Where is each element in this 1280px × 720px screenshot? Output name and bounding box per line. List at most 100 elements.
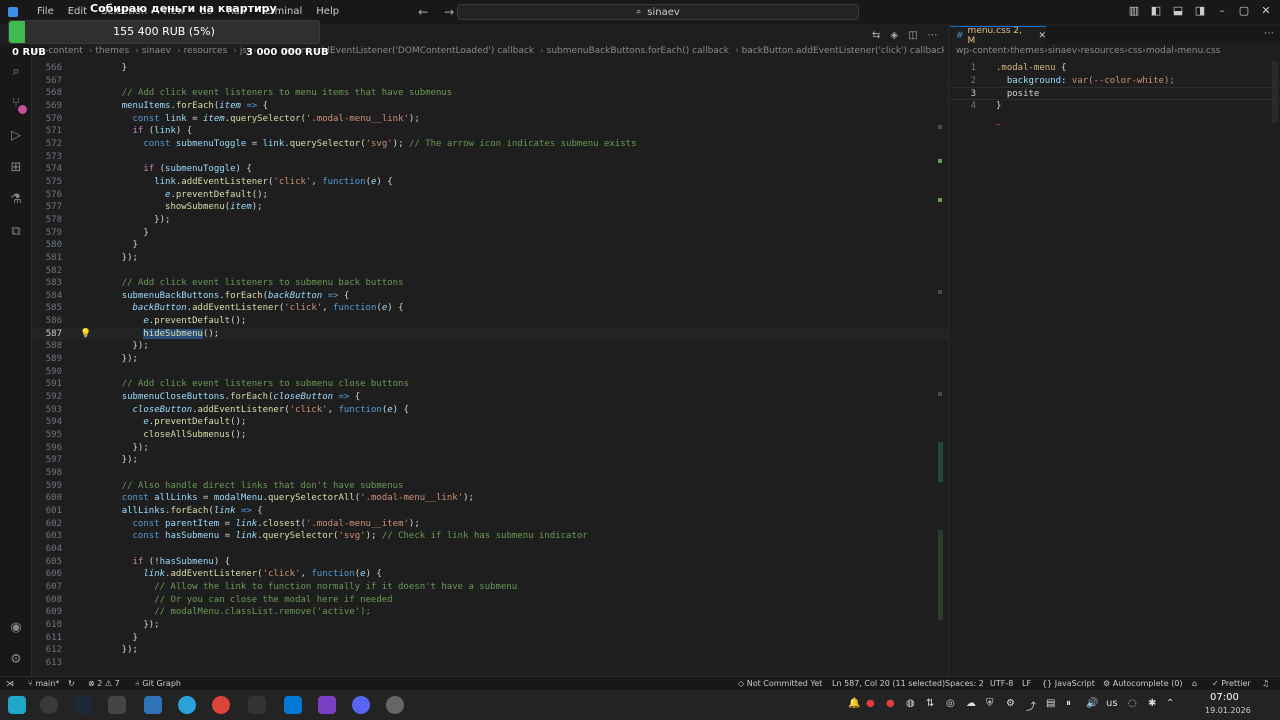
code-line[interactable]: 570 const link = item.querySelector('.mo… [32,113,948,126]
close-tab-icon[interactable]: ✕ [1038,31,1046,41]
clipboard-tray-icon[interactable]: ▤ [1046,698,1055,709]
maximize-icon[interactable]: ▢ [1238,4,1250,17]
code-line[interactable]: 589 }); [32,353,948,366]
layout-toggle-icon[interactable]: ▥ [1128,4,1140,17]
code-line[interactable]: 597 }); [32,454,948,467]
code-editor-right[interactable]: 1 .modal-menu {2 background: var(--color-… [950,62,1280,262]
code-line[interactable]: 3 posite [950,87,1280,100]
code-line[interactable]: 583 // Add click event listeners to subm… [32,277,948,290]
clock-time[interactable]: 07:00 [1210,692,1239,703]
volume-icon[interactable]: 🔊 [1086,698,1098,709]
code-line[interactable]: 573 [32,151,948,164]
code-line[interactable]: 586 e.preventDefault(); [32,315,948,328]
code-line[interactable]: 574 if (submenuToggle) { [32,163,948,176]
discord-icon[interactable] [352,696,370,714]
telegram-icon[interactable] [178,696,196,714]
code-line[interactable]: 605 if (!hasSubmenu) { [32,556,948,569]
code-line[interactable]: 591 // Add click event listeners to subm… [32,378,948,391]
code-line[interactable]: 604 [32,543,948,556]
code-line[interactable]: 596 }); [32,442,948,455]
console-icon[interactable] [248,696,266,714]
network-tray-icon[interactable]: ⇅ [926,698,934,709]
account-icon[interactable]: ◉ [8,620,24,636]
code-line[interactable]: 585 backButton.addEventListener('click',… [32,302,948,315]
copilot-icon[interactable]: ⌂ [1192,678,1197,690]
end-of-line[interactable]: LF [1022,678,1031,690]
code-line[interactable]: 608 // Or you can close the modal here i… [32,594,948,607]
back-arrow-icon[interactable]: ← [418,5,428,19]
minimap-right[interactable] [1272,62,1278,122]
code-line[interactable]: 581 }); [32,252,948,265]
git-graph-button[interactable]: ⑃ Git Graph [135,678,181,690]
breadcrumb-item[interactable]: resources [1081,46,1125,56]
app-launcher-icon[interactable] [8,696,26,714]
secondary-sidebar-toggle-icon[interactable]: ◨ [1194,4,1206,17]
notifications-icon[interactable]: ♫ [1262,678,1269,690]
record-icon[interactable]: ● [886,698,895,709]
split-editor-icon[interactable]: ◫ [908,30,917,41]
code-line[interactable]: 580 } [32,239,948,252]
code-line[interactable]: 602 const parentItem = link.closest('.mo… [32,518,948,531]
code-line[interactable]: 568 // Add click event listeners to menu… [32,87,948,100]
notification-bell-icon[interactable]: 🔔 [848,698,860,709]
code-line[interactable]: 579 } [32,227,948,240]
indentation[interactable]: Spaces: 2 [945,678,984,690]
code-line[interactable]: 575 link.addEventListener('click', funct… [32,176,948,189]
tray-expand-icon[interactable]: ⌃ [1166,698,1174,709]
keyboard-layout[interactable]: us [1106,698,1118,709]
wifi-icon[interactable]: ◌ [1128,698,1137,709]
remote-explorer-icon[interactable]: ⧉ [8,224,24,240]
breadcrumb-item[interactable]: backButton.addEventListener('click') cal… [742,46,944,56]
media-tray-icon[interactable]: ⏸ [1066,698,1071,709]
code-line[interactable]: 571 if (link) { [32,125,948,138]
chrome-tray-icon[interactable]: ◎ [946,698,955,709]
obsidian-icon[interactable] [318,696,336,714]
blame-indicator[interactable]: ◇ Not Committed Yet [738,678,822,690]
record-icon[interactable]: ● [866,698,875,709]
code-line[interactable]: 606 link.addEventListener('click', funct… [32,568,948,581]
more-actions-icon[interactable]: ⋯ [1264,28,1274,39]
editor-split-divider[interactable] [948,24,949,676]
file-manager-icon[interactable] [144,696,162,714]
code-line[interactable]: 577 showSubmenu(item); [32,201,948,214]
breadcrumb-item[interactable]: resources [184,46,228,56]
breadcrumb-item[interactable]: menu.css [1177,46,1220,56]
sidebar-toggle-icon[interactable]: ◧ [1150,4,1162,17]
code-line[interactable]: 1 .modal-menu { [950,62,1280,75]
lightbulb-icon[interactable]: 💡 [80,328,91,341]
breadcrumb-item[interactable]: modal [1146,46,1174,56]
code-line[interactable]: 611 } [32,632,948,645]
terminal-app-icon[interactable] [108,696,126,714]
encoding[interactable]: UTF-8 [990,678,1013,690]
cursor-position[interactable]: Ln 587, Col 20 (11 selected) [832,678,945,690]
open-changes-icon[interactable]: ⇆ [872,30,880,41]
code-line[interactable]: 572 const submenuToggle = link.querySele… [32,138,948,151]
discord-tray-icon[interactable]: ◍ [906,698,915,709]
breadcrumb-item[interactable]: sinaev [1048,46,1077,56]
extensions-icon[interactable]: ⊞ [8,160,24,176]
autocomplete-indicator[interactable]: ⚙ Autocomplete (0) [1103,678,1183,690]
code-line[interactable]: 613 [32,657,948,670]
breadcrumb-item[interactable]: wp-content [956,46,1007,56]
vscode-taskbar-icon[interactable] [284,696,302,714]
code-line[interactable]: 610 }); [32,619,948,632]
tab-menu-css[interactable]: # menu.css 2, M ✕ [950,26,1046,46]
code-line[interactable]: 566 } [32,62,948,75]
code-line[interactable]: 582 [32,265,948,278]
code-line[interactable]: 593 closeButton.addEventListener('click'… [32,404,948,417]
system-settings-icon[interactable] [40,696,58,714]
panel-toggle-icon[interactable]: ⬓ [1172,4,1184,17]
remote-indicator-icon[interactable]: ⋊ [6,678,14,690]
chrome-icon[interactable] [212,696,230,714]
breadcrumb-item[interactable]: css [1128,46,1142,56]
editor-scrollbar[interactable] [938,62,944,676]
minimize-icon[interactable]: – [1216,4,1228,17]
more-actions-icon[interactable]: ⋯ [928,30,938,41]
steam-icon[interactable] [74,696,92,714]
breadcrumb-item[interactable]: themes [1010,46,1044,56]
share-tray-icon[interactable]: ⤴ [1026,698,1036,713]
close-window-icon[interactable]: ✕ [1260,4,1272,17]
clock-date[interactable]: 19.01.2026 [1205,706,1251,715]
security-tray-icon[interactable]: ⛨ [986,698,994,709]
code-line[interactable]: 4} [950,100,1280,113]
